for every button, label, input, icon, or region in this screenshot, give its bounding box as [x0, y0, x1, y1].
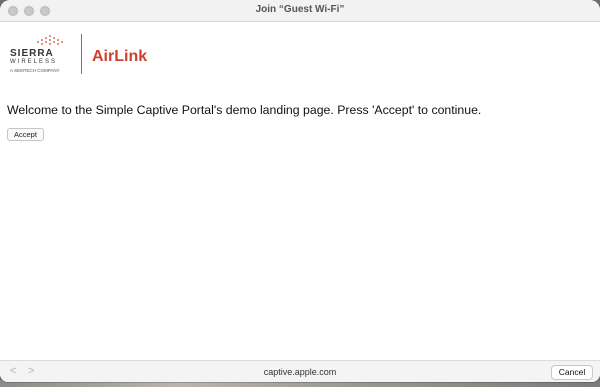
- airlink-logo: AirLink: [92, 48, 148, 65]
- url-label: captive.apple.com: [263, 367, 337, 377]
- sierra-logo-mark-icon: [37, 35, 63, 45]
- portal-header: [0, 23, 600, 83]
- captive-portal-window: Join “Guest Wi-Fi” SIERRA WIRELESS A SEM…: [0, 0, 600, 382]
- cancel-button[interactable]: Cancel: [551, 365, 593, 380]
- welcome-message: Welcome to the Simple Captive Portal's d…: [7, 103, 482, 117]
- wireless-wordmark: WIRELESS: [10, 59, 58, 65]
- sierra-wordmark: SIERRA: [10, 48, 54, 59]
- logo-divider: [81, 34, 82, 74]
- semtech-tagline: A SEMTECH COMPANY: [10, 68, 60, 73]
- title-bar: Join “Guest Wi-Fi”: [0, 0, 600, 22]
- accept-button[interactable]: Accept: [7, 128, 44, 141]
- bottom-toolbar: < > captive.apple.com Cancel: [0, 360, 600, 382]
- window-title: Join “Guest Wi-Fi”: [255, 4, 345, 15]
